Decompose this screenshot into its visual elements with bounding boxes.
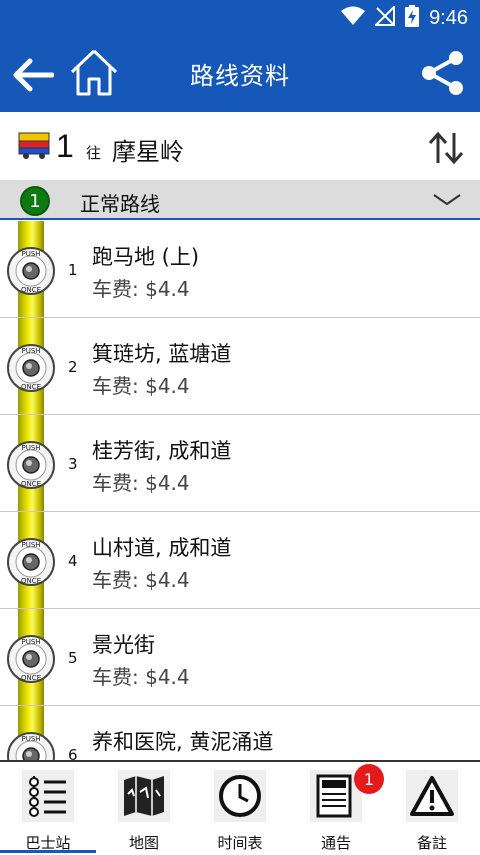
stop-row[interactable]: PUSH ONCE 3 桂芳街, 成和道 车费: $4.4 <box>0 415 480 512</box>
chevron-down-icon <box>432 192 462 211</box>
bus-stop-list-icon <box>22 770 74 822</box>
stop-fare: 车费: $4.4 <box>92 277 190 301</box>
stop-name: 箕琏坊, 蓝塘道 <box>92 342 232 366</box>
stop-fare: 车费: $4.4 <box>92 665 190 689</box>
push-once-button[interactable]: PUSH ONCE <box>6 343 56 393</box>
svg-text:ONCE: ONCE <box>21 674 41 682</box>
route-variant-selector[interactable]: 1 正常路线 <box>0 180 480 220</box>
stop-name: 跑马地 (上) <box>92 245 200 269</box>
route-number: 1 <box>56 128 74 164</box>
route-header: 1 往 摩星岭 <box>0 112 480 180</box>
share-button[interactable] <box>418 48 468 98</box>
stop-row[interactable]: PUSH ONCE 5 景光街 车费: $4.4 <box>0 609 480 706</box>
svg-text:PUSH: PUSH <box>21 444 40 452</box>
status-bar: 9:46 <box>0 0 480 36</box>
stop-sequence: 1 <box>68 261 78 279</box>
app-bar: 路线资料 <box>0 36 480 112</box>
wifi-icon <box>341 6 366 30</box>
page-title: 路线资料 <box>190 62 290 90</box>
notification-badge: 1 <box>354 764 384 794</box>
svg-text:ONCE: ONCE <box>21 383 41 391</box>
stop-sequence: 3 <box>68 455 78 473</box>
push-once-button[interactable]: PUSH ONCE <box>6 440 56 490</box>
battery-charging-icon <box>405 5 420 31</box>
tab-bus-stops[interactable]: 巴士站 <box>0 762 96 855</box>
tab-label: 备註 <box>416 834 447 852</box>
stop-sequence: 2 <box>68 358 78 376</box>
stop-list[interactable]: PUSH ONCE 1 跑马地 (上) 车费: $4.4 PUSH ONCE 2… <box>0 221 480 760</box>
svg-text:PUSH: PUSH <box>21 735 40 743</box>
bottom-tab-bar: 巴士站 地图 时间表 通告 备註 <box>0 760 480 853</box>
stop-row[interactable]: PUSH ONCE 1 跑马地 (上) 车费: $4.4 <box>0 221 480 318</box>
share-icon <box>422 51 463 95</box>
svg-text:PUSH: PUSH <box>21 541 40 549</box>
tab-timetable[interactable]: 时间表 <box>192 762 288 855</box>
push-button-icon: PUSH ONCE <box>7 344 55 392</box>
swap-direction-button[interactable] <box>426 128 466 168</box>
stop-row[interactable]: PUSH ONCE 6 养和医院, 黄泥涌道 车费: $4.4 <box>0 706 480 760</box>
push-once-button[interactable]: PUSH ONCE <box>6 634 56 684</box>
variant-label: 正常路线 <box>80 192 160 216</box>
svg-text:ONCE: ONCE <box>21 480 41 488</box>
stop-name: 养和医院, 黄泥涌道 <box>92 730 274 754</box>
push-button-icon: PUSH ONCE <box>7 635 55 683</box>
push-once-button[interactable]: PUSH ONCE <box>6 731 56 760</box>
map-icon <box>118 770 170 822</box>
stop-sequence: 4 <box>68 552 78 570</box>
stop-name: 桂芳街, 成和道 <box>92 439 232 463</box>
stop-sequence: 6 <box>68 746 78 760</box>
svg-text:PUSH: PUSH <box>21 638 40 646</box>
variant-badge: 1 <box>20 186 50 216</box>
no-signal-icon <box>373 4 396 30</box>
tab-map[interactable]: 地图 <box>96 762 192 855</box>
push-button-icon: PUSH ONCE <box>7 732 55 760</box>
clock-time: 9:46 <box>429 6 468 29</box>
status-icons: 9:46 <box>341 4 468 31</box>
svg-text:ONCE: ONCE <box>21 286 41 294</box>
stop-row[interactable]: PUSH ONCE 4 山村道, 成和道 车费: $4.4 <box>0 512 480 609</box>
stop-fare: 车费: $4.4 <box>92 471 190 495</box>
push-once-button[interactable]: PUSH ONCE <box>6 537 56 587</box>
svg-text:ONCE: ONCE <box>21 577 41 585</box>
swap-direction-icon <box>428 131 464 165</box>
route-destination: 摩星岭 <box>112 138 184 166</box>
tab-label: 通告 <box>320 834 351 852</box>
stop-fare: 车费: $4.4 <box>92 568 190 592</box>
tab-remarks[interactable]: 备註 <box>384 762 480 855</box>
warning-icon <box>406 770 458 822</box>
stop-name: 景光街 <box>92 633 155 657</box>
direction-prefix: 往 <box>86 144 102 162</box>
stop-fare: 车费: $4.4 <box>92 374 190 398</box>
push-once-button[interactable]: PUSH ONCE <box>6 246 56 296</box>
svg-text:PUSH: PUSH <box>21 250 40 258</box>
clock-icon <box>214 770 266 822</box>
tab-label: 时间表 <box>217 834 263 852</box>
stop-name: 山村道, 成和道 <box>92 536 232 560</box>
push-button-icon: PUSH ONCE <box>7 538 55 586</box>
stop-sequence: 5 <box>68 649 78 667</box>
push-button-icon: PUSH ONCE <box>7 247 55 295</box>
tab-label: 地图 <box>128 834 159 852</box>
push-button-icon: PUSH ONCE <box>7 441 55 489</box>
stop-row[interactable]: PUSH ONCE 2 箕琏坊, 蓝塘道 车费: $4.4 <box>0 318 480 415</box>
bus-icon <box>18 132 50 164</box>
svg-text:PUSH: PUSH <box>21 347 40 355</box>
